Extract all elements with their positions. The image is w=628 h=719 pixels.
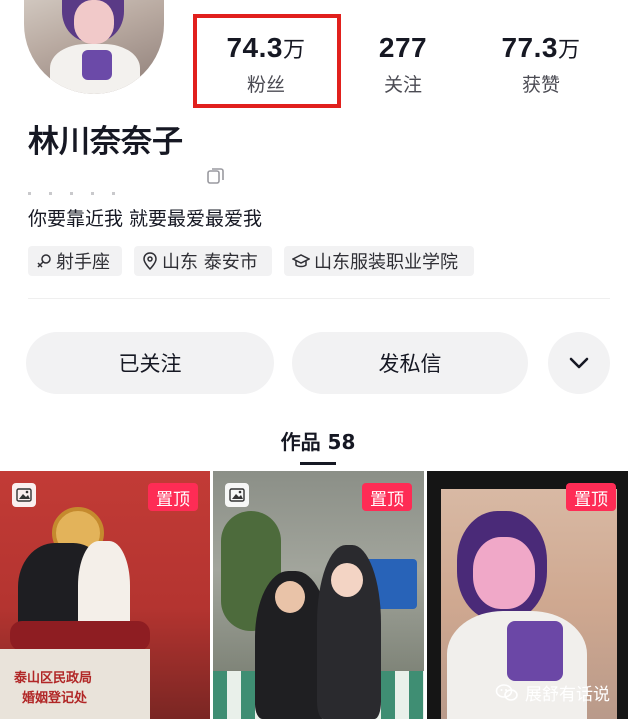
send-message-button[interactable]: 发私信 xyxy=(292,332,528,394)
graduation-cap-icon xyxy=(292,254,310,268)
tag-location-label: 山东 泰安市 xyxy=(162,252,258,273)
stat-following-label: 关注 xyxy=(383,74,422,96)
image-post-icon xyxy=(12,483,36,507)
profile-name: 林川奈奈子 xyxy=(28,124,183,160)
tag-school[interactable]: 山东服装职业学院 xyxy=(284,246,474,276)
avatar-face xyxy=(74,0,114,44)
works-grid: 泰山区民政局 婚姻登记处 置顶 置顶 置顶 展舒有话说 xyxy=(0,471,628,719)
work-thumbnail[interactable]: 置顶 xyxy=(213,471,424,719)
stat-likes-unit: 万 xyxy=(557,38,581,63)
thumb-flowers xyxy=(10,621,150,651)
pinned-badge: 置顶 xyxy=(148,483,198,511)
wechat-icon xyxy=(495,683,518,701)
thumb-sign-line2: 婚姻登记处 xyxy=(22,691,88,706)
thumb-man-face xyxy=(275,581,305,613)
thumb-girl-face xyxy=(331,563,363,597)
tag-zodiac-label: 射手座 xyxy=(56,252,110,273)
chevron-down-icon xyxy=(569,357,589,369)
fans-highlight-box xyxy=(193,14,341,108)
thumb-face xyxy=(473,537,535,609)
zodiac-icon xyxy=(37,254,51,268)
more-button[interactable] xyxy=(548,332,610,394)
stat-likes-value: 77.3万 xyxy=(501,32,581,63)
tab-works-underline xyxy=(300,462,336,465)
tag-zodiac[interactable]: 射手座 xyxy=(28,246,122,276)
location-pin-icon xyxy=(143,252,157,270)
account-id-redacted xyxy=(28,180,178,195)
section-divider xyxy=(28,298,610,299)
tag-location[interactable]: 山东 泰安市 xyxy=(134,246,272,276)
tab-works[interactable]: 作品 58 xyxy=(270,426,366,455)
profile-avatar[interactable] xyxy=(24,0,164,94)
image-post-icon xyxy=(225,483,249,507)
stat-likes[interactable]: 77.3万 获赞 xyxy=(486,32,596,97)
copy-icon[interactable] xyxy=(206,166,226,186)
stat-following[interactable]: 277 关注 xyxy=(364,32,442,97)
wechat-watermark: 展舒有话说 xyxy=(495,680,610,705)
work-thumbnail[interactable]: 泰山区民政局 婚姻登记处 置顶 xyxy=(0,471,210,719)
stat-likes-label: 获赞 xyxy=(521,74,560,96)
stat-following-value: 277 xyxy=(378,32,428,63)
thumb-sign-line1: 泰山区民政局 xyxy=(14,671,93,686)
pinned-badge: 置顶 xyxy=(362,483,412,511)
profile-bio: 你要靠近我 就要最爱最爱我 xyxy=(28,208,263,230)
watermark-text: 展舒有话说 xyxy=(525,685,610,705)
pinned-badge: 置顶 xyxy=(566,483,616,511)
avatar-shirt-print xyxy=(82,50,112,80)
followed-button[interactable]: 已关注 xyxy=(26,332,274,394)
tag-school-label: 山东服装职业学院 xyxy=(314,252,458,273)
thumb-shirt-print xyxy=(507,621,563,681)
